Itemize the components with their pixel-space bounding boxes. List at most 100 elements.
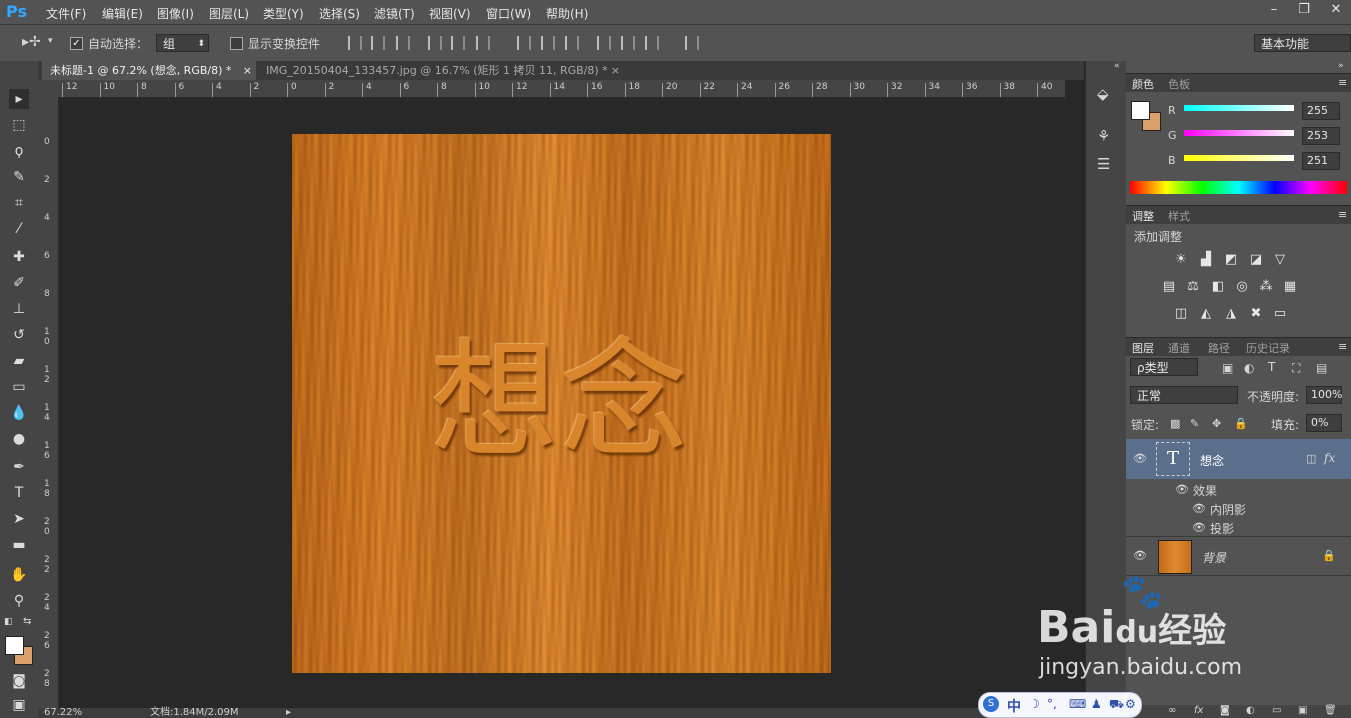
lock-transparent-icon[interactable]: ▩ [1170,417,1180,430]
b-slider[interactable] [1184,155,1294,161]
zoom-level[interactable]: 67.22% [44,708,82,718]
layer-filter-dropdown[interactable]: ρ类型 [1130,358,1198,376]
add-style-icon[interactable]: fx [1194,705,1203,716]
screen-mode-icon[interactable]: ▣ [9,695,29,715]
eraser-tool-icon[interactable]: ▰ [9,351,29,371]
minimize-button[interactable]: – [1259,1,1289,19]
lock-paint-icon[interactable]: ✎ [1190,417,1199,430]
show-transform-checkbox[interactable] [230,37,243,50]
panel-menu-icon[interactable]: ≡ [1338,340,1347,353]
opacity-value[interactable]: 100% [1306,386,1342,404]
visibility-eye-icon[interactable]: 👁 [1133,549,1147,562]
align-left-icon[interactable] [428,36,442,50]
move-tool-icon[interactable]: ▸✢ [22,34,41,50]
tab-paths[interactable]: 路径 [1208,340,1230,356]
tab-layers[interactable]: 图层 [1132,340,1154,356]
lasso-tool-icon[interactable]: ϙ [9,141,29,161]
tab-swatches[interactable]: 色板 [1168,76,1190,92]
auto-select-dropdown[interactable]: 组 ⬍ [156,34,209,52]
color-balance-icon[interactable]: ⚖ [1185,280,1201,294]
default-colors-icon[interactable]: ◧ [4,617,13,627]
close-tab-icon[interactable]: × [243,61,252,80]
crop-tool-icon[interactable]: ⌗ [9,193,29,213]
gradient-map-icon[interactable]: ▭ [1272,307,1288,321]
channel-mixer-icon[interactable]: ⁂ [1258,280,1274,294]
pen-tool-icon[interactable]: ✒ [9,457,29,477]
menu-image[interactable]: 图像(I) [157,5,194,22]
filter-adjust-icon[interactable]: ◐ [1244,361,1254,375]
ime-keyboard-icon[interactable]: ⌨ [1069,697,1086,711]
filter-smart-icon[interactable]: ▤ [1316,361,1327,375]
visibility-eye-icon[interactable]: 👁 [1133,452,1147,465]
clone-stamp-tool-icon[interactable]: ⊥ [9,299,29,319]
threshold-icon[interactable]: ◮ [1223,307,1239,321]
new-layer-icon[interactable]: ▣ [1298,705,1307,716]
color-lookup-icon[interactable]: ▦ [1282,280,1298,294]
r-slider[interactable] [1184,105,1294,111]
distribute-right-icon[interactable] [645,36,659,50]
layer-row-background[interactable]: 👁 背景 🔒 [1126,537,1351,576]
selective-color-icon[interactable]: ✖ [1248,307,1264,321]
menu-type[interactable]: 类型(Y) [263,5,304,22]
r-value[interactable]: 255 [1302,102,1340,120]
auto-select-checkbox[interactable]: ✓ [70,37,83,50]
b-value[interactable]: 251 [1302,152,1340,170]
menu-window[interactable]: 窗口(W) [486,5,531,22]
properties-panel-icon[interactable]: ☰ [1097,155,1110,173]
add-mask-icon[interactable]: ◙ [1220,705,1230,716]
lock-position-icon[interactable]: ✥ [1212,417,1221,430]
marquee-tool-icon[interactable]: ⬚ [9,115,29,135]
g-slider[interactable] [1184,130,1294,136]
blend-mode-dropdown[interactable]: 正常 [1130,386,1238,404]
exposure-icon[interactable]: ◪ [1248,253,1264,267]
collapse-icon[interactable]: « [1114,61,1120,71]
layer-row-text[interactable]: 👁 T 想念 ◫ fx [1126,439,1351,479]
brush-panel-icon[interactable]: ⚘ [1097,127,1110,145]
invert-icon[interactable]: ◫ [1173,307,1189,321]
fg-swatch[interactable] [1131,101,1150,120]
link-layers-icon[interactable]: ∞ [1168,705,1176,716]
hue-saturation-icon[interactable]: ▤ [1161,280,1177,294]
tab-untitled-1[interactable]: 未标题-1 @ 67.2% (想念, RGB/8) * × [42,61,256,80]
gradient-tool-icon[interactable]: ▭ [9,377,29,397]
close-button[interactable]: ✕ [1321,1,1351,19]
panel-menu-icon[interactable]: ≡ [1338,76,1347,89]
path-select-tool-icon[interactable]: ➤ [9,509,29,529]
effects-eye-icon[interactable]: 👁 [1175,483,1189,496]
dodge-tool-icon[interactable]: ● [9,429,29,449]
tool-preset-chevron-icon[interactable]: ▾ [48,36,53,46]
fill-value[interactable]: 0% [1306,414,1342,432]
eyedropper-tool-icon[interactable]: ⁄ [9,219,29,239]
healing-brush-tool-icon[interactable]: ✚ [9,247,29,267]
effect-drop-shadow[interactable]: 投影 [1210,520,1234,537]
panel-menu-icon[interactable]: ≡ [1338,208,1347,221]
distribute-hcenter-icon[interactable] [621,36,635,50]
distribute-top-icon[interactable] [517,36,531,50]
tab-history[interactable]: 历史记录 [1246,340,1290,356]
menu-view[interactable]: 视图(V) [429,5,471,22]
g-value[interactable]: 253 [1302,127,1340,145]
fx-badge[interactable]: fx [1324,451,1335,465]
effect-inner-shadow[interactable]: 内阴影 [1210,501,1246,518]
auto-align-icon[interactable] [685,36,699,50]
quick-select-tool-icon[interactable]: ✎ [9,167,29,187]
black-white-icon[interactable]: ◧ [1210,280,1226,294]
align-hcenter-icon[interactable] [451,36,465,50]
menu-file[interactable]: 文件(F) [46,5,86,22]
filter-pixel-icon[interactable]: ▣ [1222,361,1233,375]
type-tool-icon[interactable]: T [9,483,29,503]
posterize-icon[interactable]: ◭ [1198,307,1214,321]
curves-icon[interactable]: ◩ [1223,253,1239,267]
ime-moon-icon[interactable]: ☽ [1029,697,1040,711]
align-top-icon[interactable] [348,36,362,50]
ime-user-icon[interactable]: ♟ [1091,697,1102,711]
info-panel-icon[interactable]: ⬙ [1097,85,1109,103]
tab-styles[interactable]: 样式 [1168,208,1190,224]
filter-type-icon[interactable]: T [1268,360,1275,374]
swap-colors-icon[interactable]: ⇆ [23,616,31,627]
vibrance-icon[interactable]: ▽ [1272,253,1288,267]
restore-button[interactable]: ❐ [1289,1,1319,19]
menu-filter[interactable]: 滤镜(T) [374,5,415,22]
workspace-dropdown[interactable]: 基本功能 [1254,34,1351,52]
quick-mask-icon[interactable]: ◙ [9,671,29,691]
